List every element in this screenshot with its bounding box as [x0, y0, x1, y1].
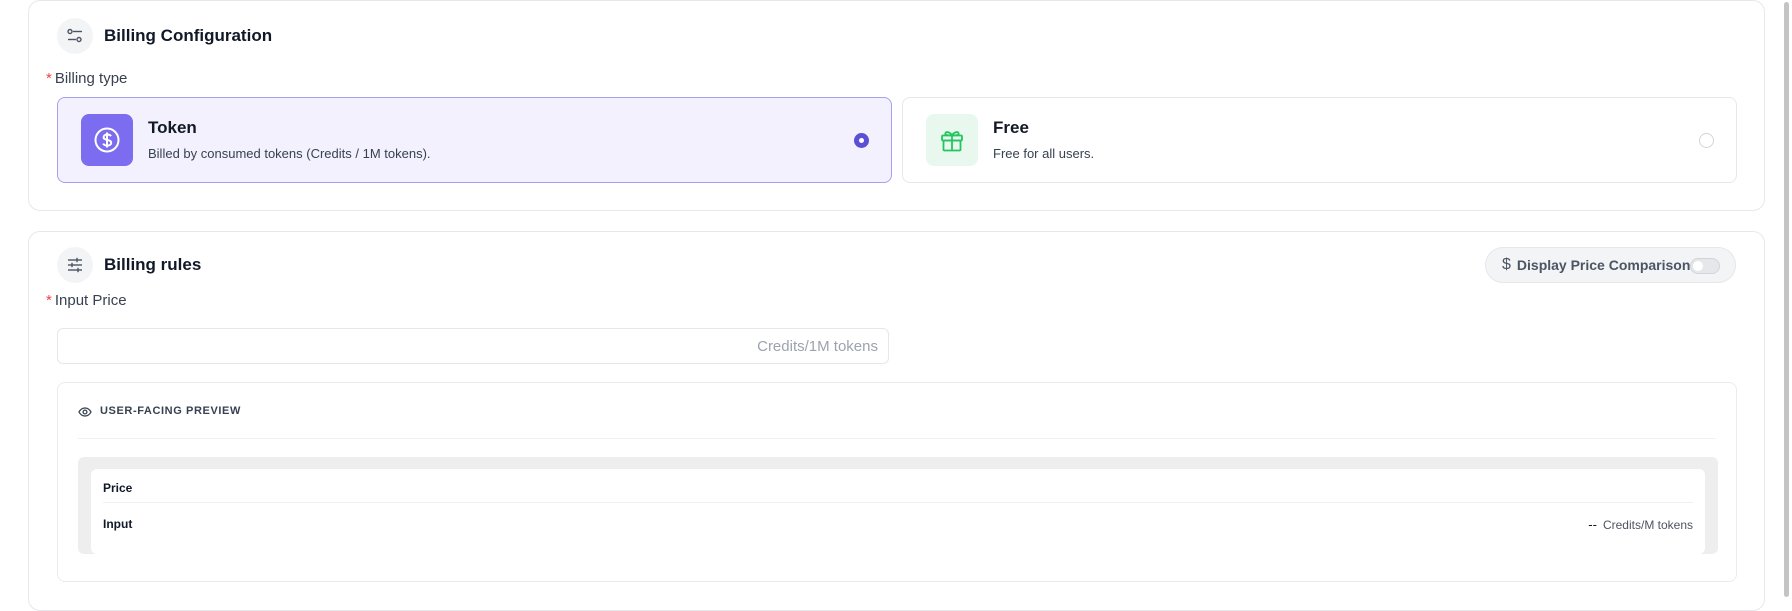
- gift-icon: [926, 114, 978, 166]
- required-mark: *: [46, 70, 52, 87]
- input-price-label-text: Input Price: [54, 292, 127, 309]
- input-price-field[interactable]: [57, 328, 889, 364]
- input-row-label: Input: [103, 517, 133, 531]
- price-comparison-toggle[interactable]: [1690, 258, 1720, 274]
- dollar-circle-icon: [81, 114, 133, 166]
- input-row-amount: --: [1588, 517, 1597, 532]
- billing-rules-header: Billing rules: [57, 247, 201, 283]
- scrollbar-thumb[interactable]: [1784, 2, 1789, 597]
- billing-type-label-text: Billing type: [54, 70, 128, 87]
- display-price-comparison-label: Display Price Comparison: [1516, 257, 1691, 273]
- billing-type-label: * Billing type: [46, 70, 127, 87]
- billing-rules-card: Billing rules $ Display Price Comparison…: [28, 231, 1765, 611]
- preview-title: USER-FACING PREVIEW: [100, 405, 241, 417]
- billing-option-token[interactable]: Token Billed by consumed tokens (Credits…: [57, 97, 892, 183]
- token-option-description: Billed by consumed tokens (Credits / 1M …: [148, 146, 431, 161]
- free-radio[interactable]: [1699, 133, 1714, 148]
- billing-configuration-title: Billing Configuration: [104, 26, 273, 45]
- preview-price-box: Price Input -- Credits/M tokens: [78, 457, 1718, 554]
- preview-header: USER-FACING PREVIEW: [78, 405, 1716, 439]
- price-header: Price: [103, 481, 133, 495]
- user-facing-preview: USER-FACING PREVIEW Price Input -- Credit…: [57, 382, 1737, 582]
- input-row-value: -- Credits/M tokens: [1588, 517, 1693, 532]
- token-radio[interactable]: [854, 133, 869, 148]
- billing-configuration-card: Billing Configuration * Billing type Toke…: [28, 0, 1765, 211]
- required-mark: *: [46, 292, 52, 309]
- free-option-description: Free for all users.: [993, 146, 1095, 161]
- page: Billing Configuration * Billing type Toke…: [0, 0, 1792, 611]
- input-price-label: * Input Price: [46, 292, 127, 309]
- adjustments-icon: [57, 247, 93, 283]
- page-scrollbar[interactable]: [1780, 0, 1792, 611]
- billing-rules-title: Billing rules: [104, 255, 202, 274]
- display-price-comparison-control[interactable]: $ Display Price Comparison: [1485, 247, 1736, 283]
- dollar-icon: $: [1502, 256, 1511, 273]
- billing-configuration-header: Billing Configuration: [57, 18, 272, 54]
- eye-icon: [78, 405, 92, 424]
- token-option-title: Token: [148, 118, 197, 137]
- preview-price-table: Price Input -- Credits/M tokens: [91, 469, 1705, 554]
- settings-sliders-icon: [57, 18, 93, 54]
- billing-option-free[interactable]: Free Free for all users.: [902, 97, 1737, 183]
- free-option-title: Free: [993, 118, 1029, 137]
- input-row-unit: Credits/M tokens: [1602, 518, 1693, 532]
- divider: [103, 502, 1693, 503]
